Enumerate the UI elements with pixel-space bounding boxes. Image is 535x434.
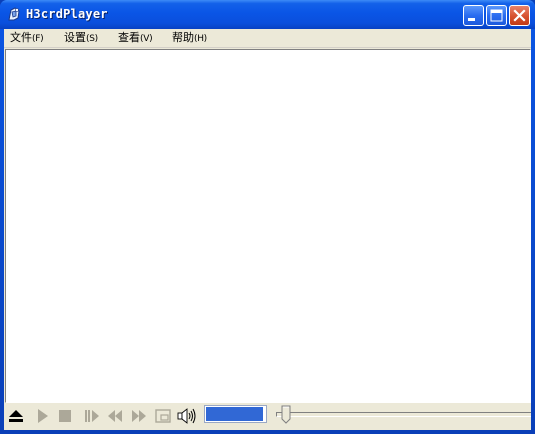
window-title: H3crdPlayer xyxy=(26,7,108,21)
menu-view-label: 查看 xyxy=(118,31,140,44)
video-display[interactable] xyxy=(5,49,531,403)
minimize-button[interactable] xyxy=(463,5,484,26)
menu-settings-label: 设置 xyxy=(64,31,86,44)
menu-help-label: 帮助 xyxy=(172,31,194,44)
menu-settings[interactable]: 设置(S) xyxy=(63,31,99,45)
frame-step-button[interactable] xyxy=(80,405,102,427)
menu-file-label: 文件 xyxy=(10,31,32,44)
volume-level xyxy=(206,407,263,421)
menu-file-accel: (F) xyxy=(32,34,44,44)
client-area: 文件(F) 设置(S) 查看(V) 帮助(H) xyxy=(4,29,531,430)
menu-file[interactable]: 文件(F) xyxy=(9,31,44,45)
play-icon xyxy=(38,409,48,423)
frame-step-icon xyxy=(85,410,99,422)
play-button[interactable] xyxy=(31,405,53,427)
playback-controls xyxy=(4,403,531,430)
stop-button[interactable] xyxy=(54,405,76,427)
close-icon xyxy=(513,9,526,22)
minimize-icon xyxy=(468,18,475,21)
rewind-icon xyxy=(108,410,122,422)
fast-forward-icon xyxy=(132,410,146,422)
rewind-button[interactable] xyxy=(104,405,126,427)
seek-handle[interactable] xyxy=(281,405,292,425)
fast-forward-button[interactable] xyxy=(128,405,150,427)
volume-slider[interactable] xyxy=(204,405,267,423)
snapshot-icon xyxy=(155,409,171,423)
maximize-button[interactable] xyxy=(486,5,507,26)
menu-help[interactable]: 帮助(H) xyxy=(171,31,208,45)
eject-icon xyxy=(9,410,23,422)
menu-settings-accel: (S) xyxy=(86,34,98,44)
stop-icon xyxy=(59,410,71,422)
snapshot-button[interactable] xyxy=(152,405,174,427)
eject-button[interactable] xyxy=(5,405,27,427)
app-window: H3crdPlayer 文件(F) 设置(S) 查看(V) 帮助(H) xyxy=(0,0,535,434)
title-bar[interactable]: H3crdPlayer xyxy=(0,0,535,29)
mute-button[interactable] xyxy=(176,405,198,427)
seek-bar[interactable] xyxy=(276,412,531,417)
menu-view-accel: (V) xyxy=(140,34,153,44)
menu-view[interactable]: 查看(V) xyxy=(117,31,153,45)
maximize-icon xyxy=(490,9,503,22)
close-button[interactable] xyxy=(509,5,530,26)
menu-help-accel: (H) xyxy=(194,34,207,44)
speaker-icon xyxy=(177,408,196,424)
menu-bar: 文件(F) 设置(S) 查看(V) 帮助(H) xyxy=(4,29,531,48)
window-frame-bottom xyxy=(0,430,535,434)
app-icon xyxy=(6,6,22,22)
